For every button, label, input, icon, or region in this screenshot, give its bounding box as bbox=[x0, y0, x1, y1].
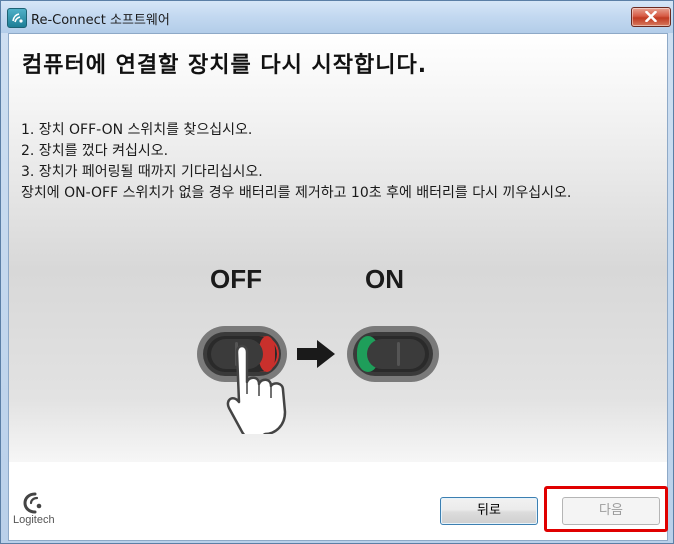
close-button[interactable] bbox=[631, 7, 671, 27]
logitech-logo-icon bbox=[23, 492, 42, 514]
instruction-step-1: 1. 장치 OFF-ON 스위치를 찾으십시오. bbox=[21, 122, 253, 138]
arrow-right-icon bbox=[297, 340, 335, 368]
app-window: Re-Connect 소프트웨어 컴퓨터에 연결할 장치를 다시 시작합니다. … bbox=[0, 0, 674, 544]
content-panel: 컴퓨터에 연결할 장치를 다시 시작합니다. 1. 장치 OFF-ON 스위치를… bbox=[9, 34, 667, 462]
instruction-note: 장치에 ON-OFF 스위치가 없을 경우 배터리를 제거하고 10초 후에 배… bbox=[21, 185, 572, 201]
app-icon bbox=[7, 8, 27, 28]
window-title: Re-Connect 소프트웨어 bbox=[31, 13, 170, 28]
close-icon bbox=[645, 11, 657, 22]
instruction-step-3: 3. 장치가 페어링될 때까지 기다리십시오. bbox=[21, 164, 263, 180]
page-heading: 컴퓨터에 연결할 장치를 다시 시작합니다. bbox=[22, 53, 428, 78]
instruction-step-2: 2. 장치를 껐다 켜십시오. bbox=[21, 143, 169, 159]
switch-illustration: OFF ON bbox=[189, 264, 449, 434]
logo-text: Logitech bbox=[13, 514, 55, 526]
title-bar[interactable]: Re-Connect 소프트웨어 bbox=[1, 1, 673, 33]
on-switch-icon bbox=[347, 326, 439, 382]
instructions: 1. 장치 OFF-ON 스위치를 찾으십시오. 2. 장치를 껐다 켜십시오.… bbox=[21, 120, 647, 225]
next-button-highlight bbox=[544, 486, 668, 532]
back-button[interactable]: 뒤로 bbox=[440, 497, 538, 525]
dialog-body: 컴퓨터에 연결할 장치를 다시 시작합니다. 1. 장치 OFF-ON 스위치를… bbox=[8, 33, 668, 541]
switch-graphic bbox=[197, 326, 439, 434]
